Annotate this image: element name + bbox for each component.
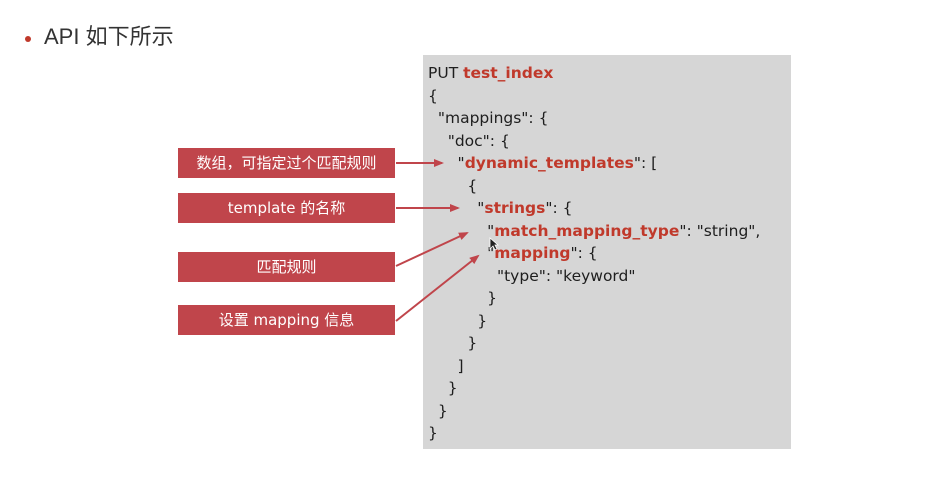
slide-heading: API 如下所示 bbox=[44, 24, 174, 49]
code-line: "match_mapping_type": "string", bbox=[428, 222, 761, 240]
code-line: "strings": { bbox=[428, 199, 573, 217]
code-line: } bbox=[428, 312, 488, 330]
code-keyword: mapping bbox=[494, 244, 571, 262]
code-line: PUT test_index bbox=[428, 64, 554, 82]
code-line: { bbox=[428, 177, 478, 195]
code-line: } bbox=[428, 334, 478, 352]
code-line: } bbox=[428, 379, 458, 397]
code-keyword: strings bbox=[484, 199, 546, 217]
annotation-match-rule: 匹配规则 bbox=[178, 252, 395, 282]
mouse-cursor-icon bbox=[489, 237, 499, 251]
code-keyword: test_index bbox=[463, 64, 554, 82]
annotation-mapping-info: 设置 mapping 信息 bbox=[178, 305, 395, 335]
code-line: ] bbox=[428, 357, 464, 375]
bullet-dot bbox=[25, 36, 31, 42]
code-line: } bbox=[428, 402, 448, 420]
code-line: } bbox=[428, 289, 497, 307]
annotation-template-name: template 的名称 bbox=[178, 193, 395, 223]
slide: API 如下所示 PUT test_index { "mappings": { … bbox=[0, 0, 941, 487]
code-panel: PUT test_index { "mappings": { "doc": { … bbox=[423, 55, 791, 449]
code-line: "mappings": { bbox=[428, 109, 549, 127]
code-keyword: match_mapping_type bbox=[494, 222, 680, 240]
code-line: "mapping": { bbox=[428, 244, 598, 262]
code-line: "doc": { bbox=[428, 132, 510, 150]
code-line: } bbox=[428, 424, 438, 442]
code-keyword: dynamic_templates bbox=[464, 154, 634, 172]
annotation-dynamic-templates: 数组，可指定过个匹配规则 bbox=[178, 148, 395, 178]
code-line: "type": "keyword" bbox=[428, 267, 636, 285]
code-line: { bbox=[428, 87, 438, 105]
code-line: "dynamic_templates": [ bbox=[428, 154, 658, 172]
